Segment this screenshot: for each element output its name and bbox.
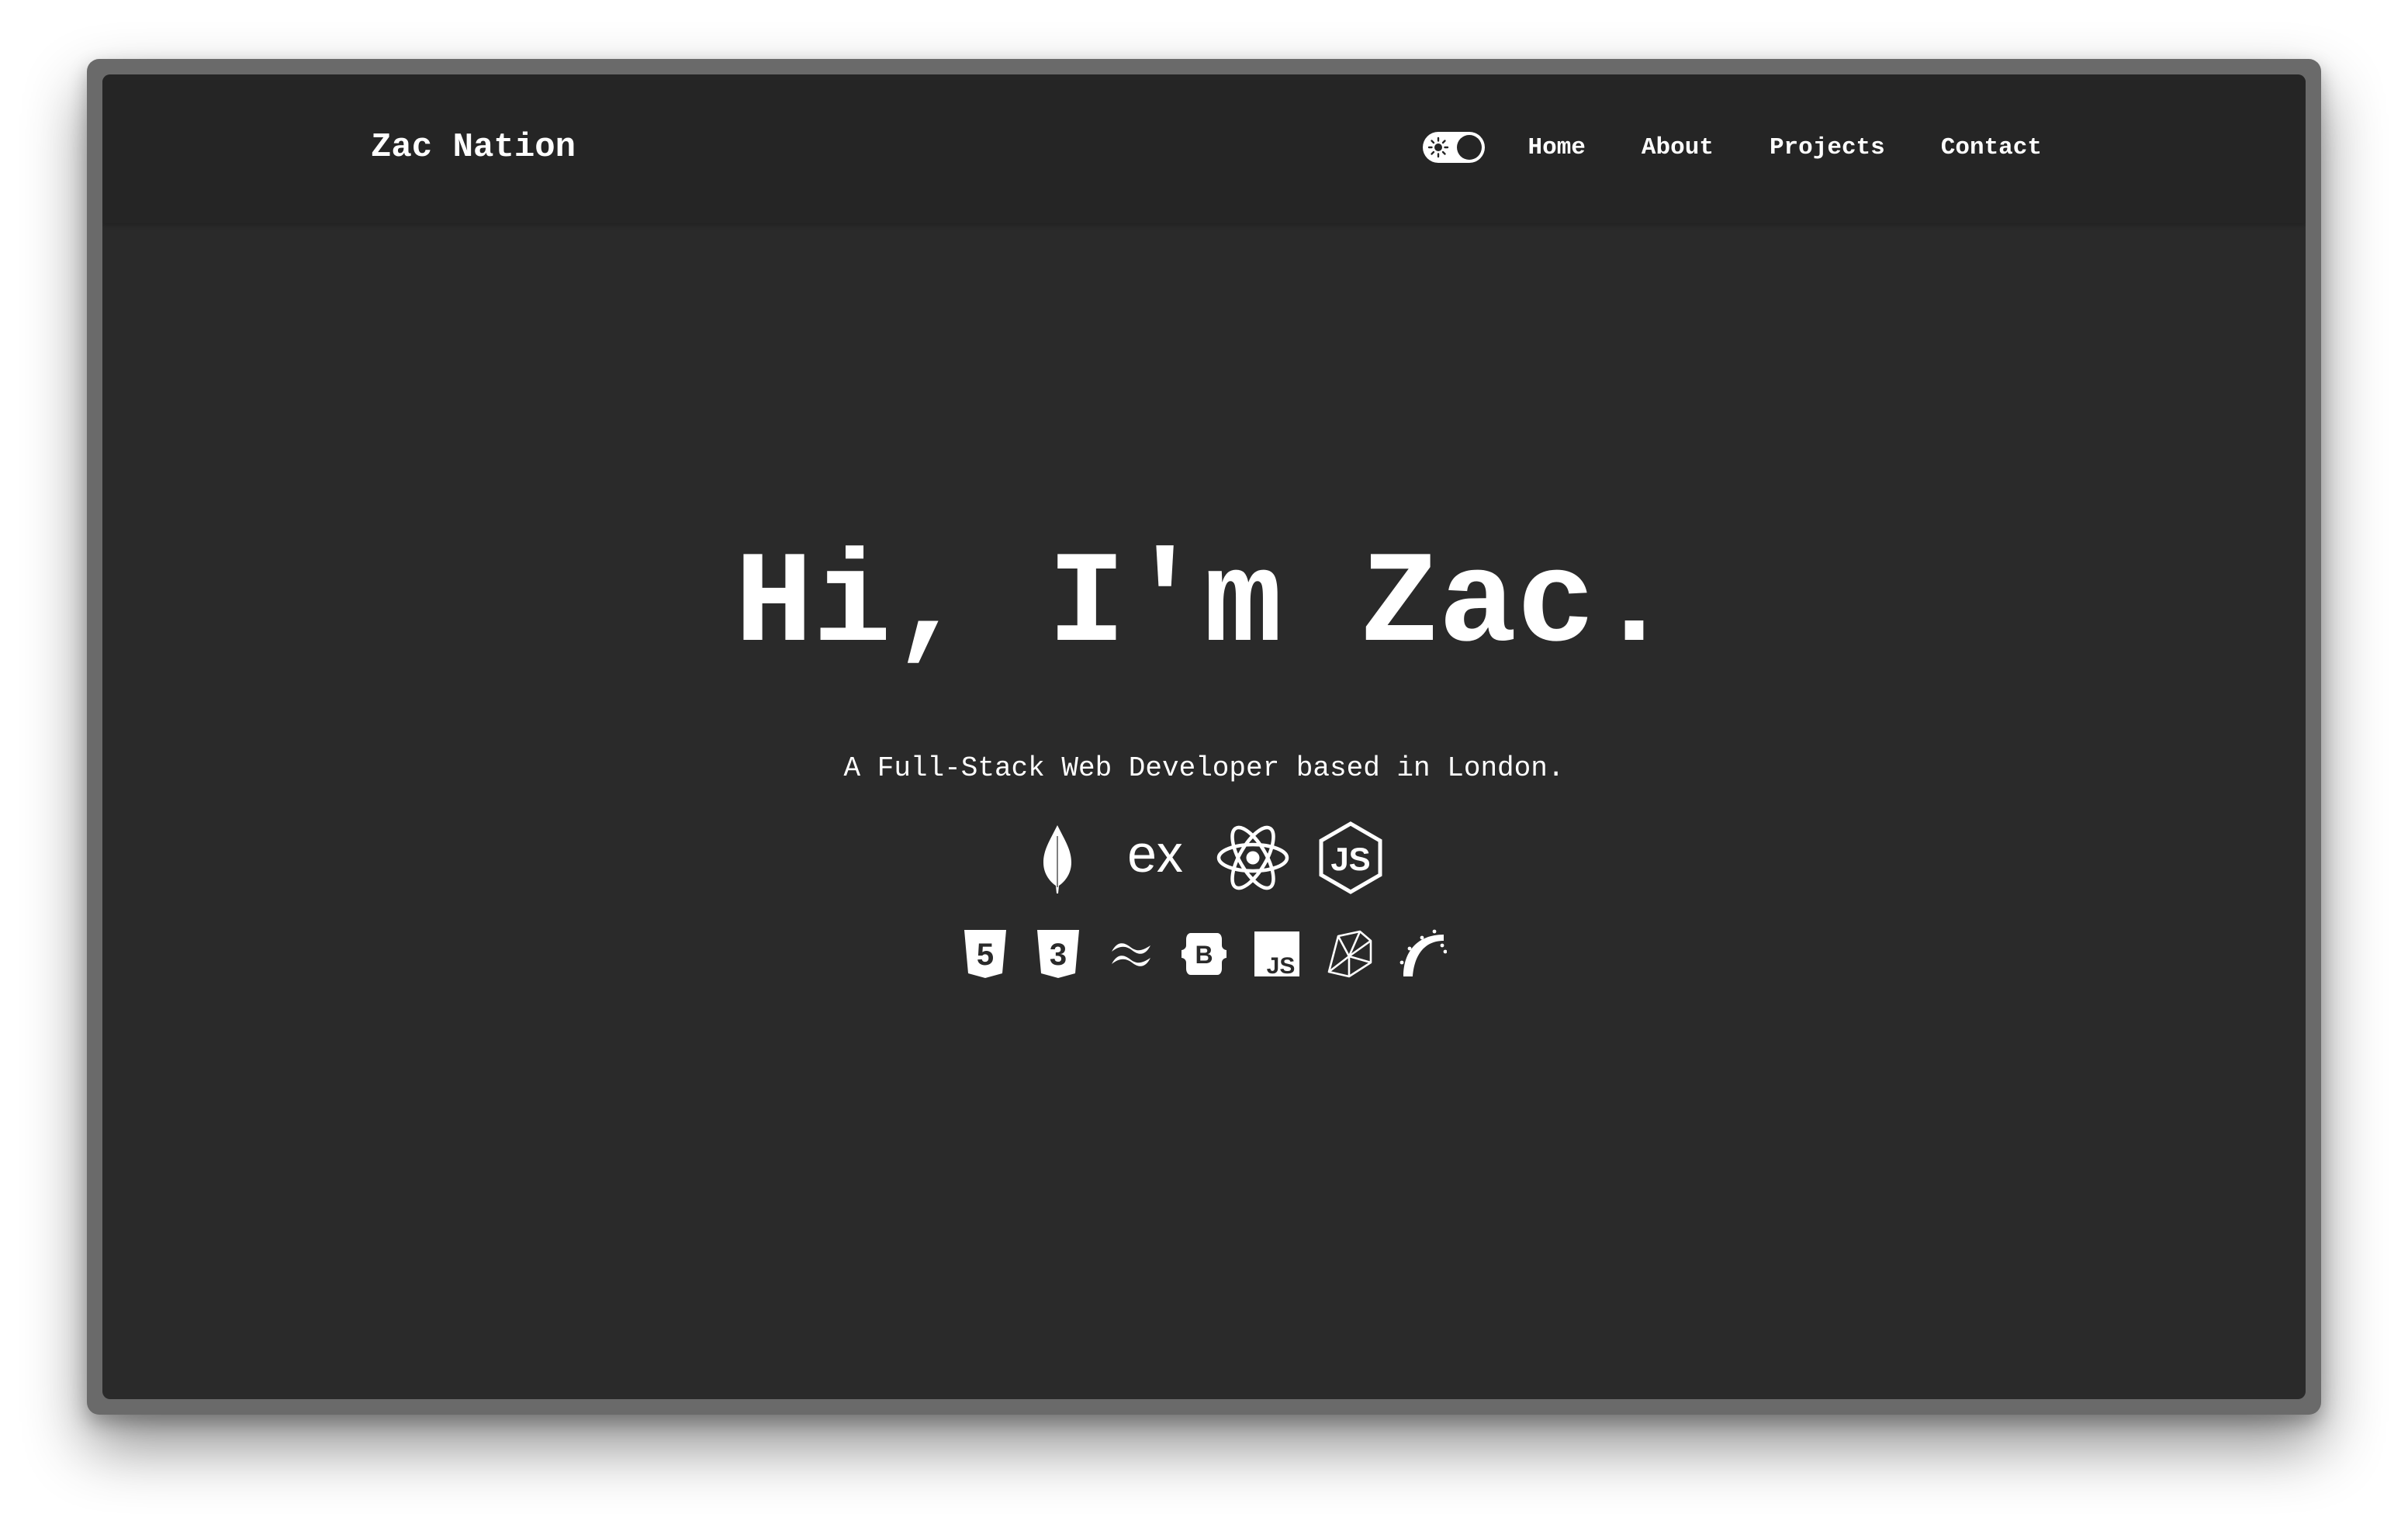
primary-stack-icons: ex JS (102, 819, 2306, 897)
react-icon (1216, 821, 1290, 895)
nodejs-icon: JS (1313, 821, 1388, 895)
nodejs-glyph: JS (1330, 841, 1370, 877)
rails-icon (1399, 928, 1447, 980)
bootstrap-glyph: B (1195, 941, 1213, 969)
html5-icon: 5 (961, 928, 1009, 980)
page-viewport: Zac Nation Home About Projects Contact H… (102, 74, 2306, 1399)
sun-icon (1427, 137, 1449, 158)
mongodb-icon (1020, 821, 1095, 895)
hero-title: Hi, I'm Zac. (735, 532, 1673, 679)
css3-glyph: 3 (1050, 938, 1067, 972)
nav-link-about[interactable]: About (1642, 134, 1714, 161)
nav-link-contact[interactable]: Contact (1941, 134, 2042, 161)
tailwind-icon (1107, 928, 1155, 980)
theme-toggle[interactable] (1422, 132, 1485, 163)
navbar: Zac Nation Home About Projects Contact (102, 74, 2306, 223)
javascript-glyph: JS (1267, 953, 1296, 979)
html5-glyph: 5 (977, 938, 994, 972)
brand-logo-text[interactable]: Zac Nation (371, 124, 576, 171)
nav-link-projects[interactable]: Projects (1770, 134, 1885, 161)
javascript-icon: JS (1253, 928, 1301, 980)
hero-subtitle: A Full-Stack Web Developer based in Lond… (843, 752, 1565, 784)
toggle-knob (1456, 135, 1482, 160)
browser-window-frame: Zac Nation Home About Projects Contact H… (87, 59, 2321, 1415)
express-icon: ex (1118, 821, 1192, 895)
bootstrap-icon: B (1180, 928, 1228, 980)
css3-icon: 3 (1034, 928, 1082, 980)
secondary-stack-icons: 5 3 B JS (102, 926, 2306, 982)
nav-menu: Home About Projects Contact (1422, 124, 2042, 171)
express-glyph: ex (1127, 824, 1183, 883)
nav-link-home[interactable]: Home (1528, 134, 1586, 161)
ruby-icon (1326, 928, 1374, 980)
